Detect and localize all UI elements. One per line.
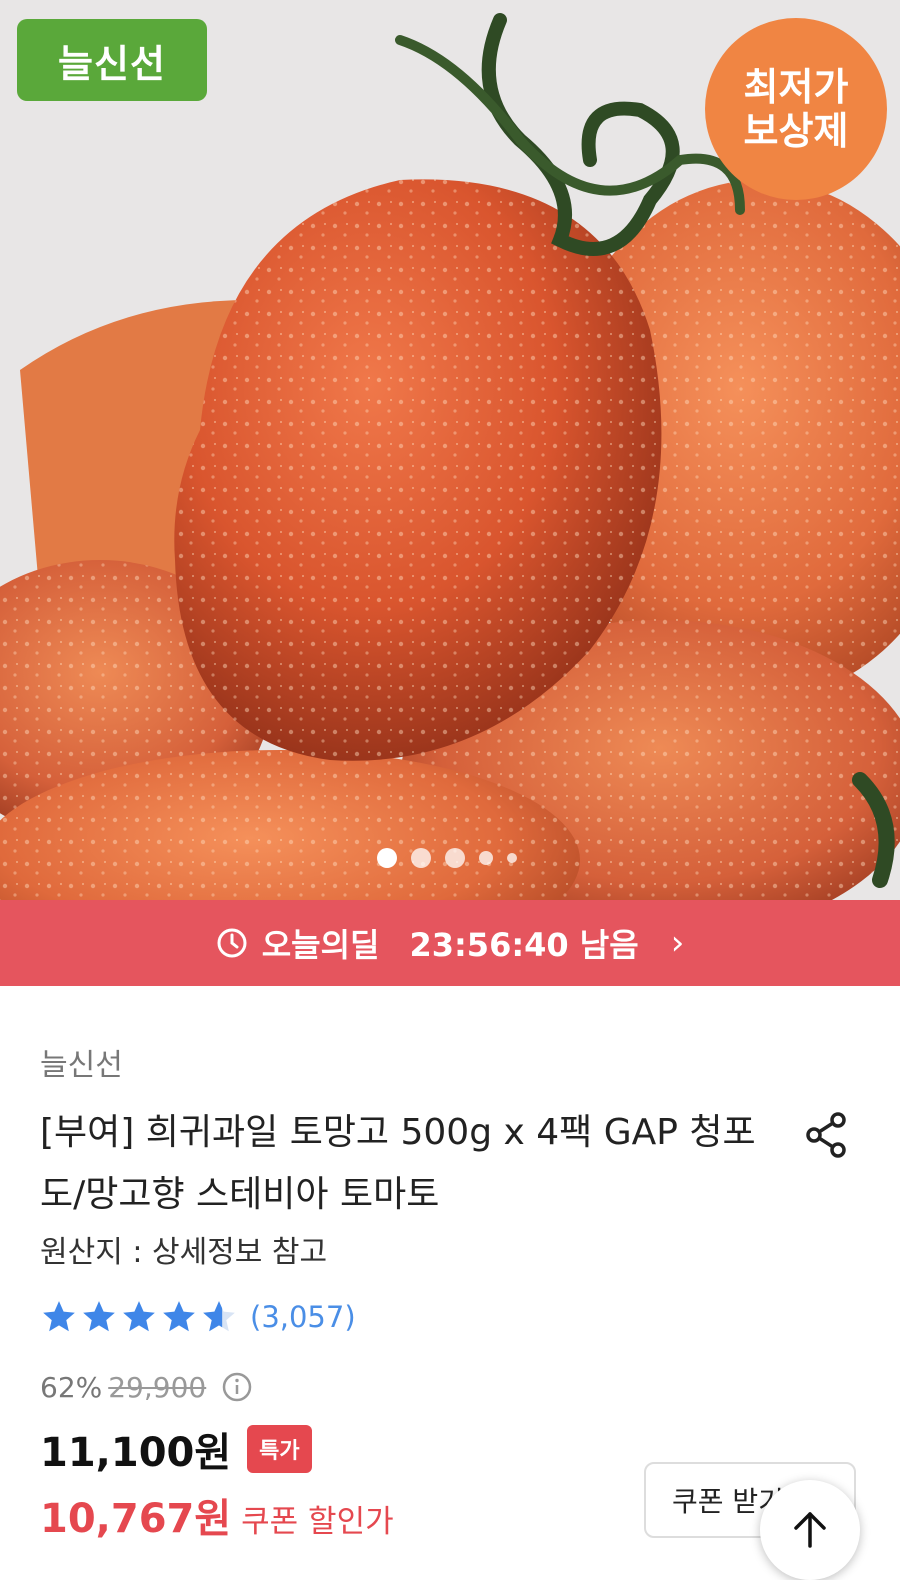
- origin-info: 원산지 : 상세정보 참고: [40, 1235, 328, 1270]
- sale-price: 11,100원: [40, 1430, 232, 1476]
- review-count[interactable]: (3,057): [250, 1300, 356, 1334]
- deal-label: 오늘의딜: [261, 926, 380, 964]
- badge-line-1: 최저가: [743, 65, 849, 109]
- product-title: [부여] 희귀과일 토망고 500g x 4팩 GAP 청포도/망고향 스테비아…: [40, 1112, 756, 1215]
- lowest-price-guarantee-badge: 최저가 보상제: [705, 18, 887, 200]
- badge-line-2: 보상제: [743, 109, 849, 153]
- star-icon: [83, 1301, 115, 1332]
- carousel-dot-2[interactable]: [411, 848, 431, 868]
- star-icon: [43, 1301, 75, 1332]
- brand-badge: 늘신선: [17, 19, 207, 101]
- deal-countdown: 23:56:40 남음: [409, 926, 639, 964]
- arrow-up-icon: [794, 1512, 826, 1548]
- special-deal-tag: 특가: [247, 1425, 312, 1473]
- coupon-price: 10,767원: [40, 1496, 232, 1542]
- star-icon: [163, 1301, 195, 1332]
- discount-row: 62% 29,900: [40, 1370, 254, 1404]
- original-price: 29,900: [108, 1370, 207, 1404]
- chevron-right-icon: ›: [670, 923, 685, 963]
- discount-percent: 62%: [40, 1370, 103, 1404]
- half-star-icon: [203, 1301, 235, 1332]
- carousel-dot-4[interactable]: [479, 851, 493, 865]
- coupon-price-row: 10,767원 쿠폰 할인가: [40, 1486, 394, 1544]
- info-icon[interactable]: [220, 1370, 254, 1404]
- carousel-dot-5[interactable]: [507, 853, 517, 863]
- carousel-dot-3[interactable]: [445, 848, 465, 868]
- clock-icon: [217, 928, 247, 958]
- share-icon[interactable]: [802, 1110, 852, 1160]
- seller-name[interactable]: 늘신선: [40, 1040, 123, 1084]
- carousel-indicator: [377, 848, 517, 868]
- scroll-to-top-button[interactable]: [760, 1480, 860, 1580]
- star-icon: [123, 1301, 155, 1332]
- todays-deal-bar[interactable]: 오늘의딜 23:56:40 남음 ›: [0, 900, 900, 986]
- coupon-price-label: 쿠폰 할인가: [241, 1504, 394, 1540]
- rating-row[interactable]: (3,057): [40, 1298, 356, 1336]
- product-image[interactable]: 늘신선 최저가 보상제: [0, 0, 900, 900]
- price-row: 11,100원 특가: [40, 1420, 312, 1478]
- carousel-dot-1[interactable]: [377, 848, 397, 868]
